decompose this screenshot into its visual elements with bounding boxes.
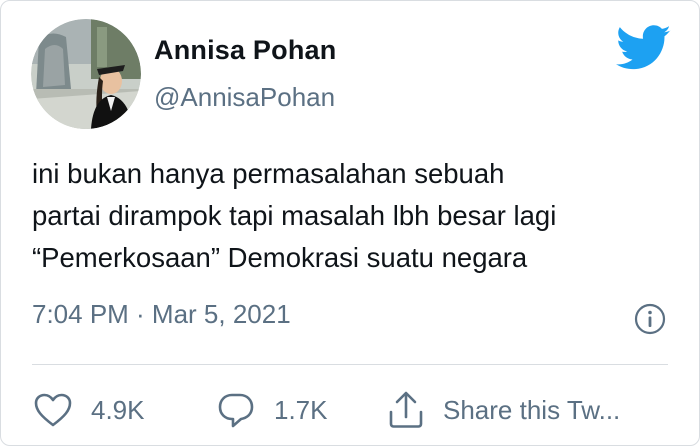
avatar[interactable] — [31, 19, 141, 129]
tweet-text-line: “Pemerkosaan” Demokrasi suatu negara — [32, 242, 528, 273]
like-count: 4.9K — [91, 394, 145, 425]
share-button[interactable]: Share this Tw... — [387, 385, 620, 435]
display-name[interactable]: Annisa Pohan — [154, 35, 336, 66]
twitter-bird-icon[interactable] — [615, 25, 672, 71]
tweet-text: ini bukan hanya permasalahan sebuah part… — [32, 153, 682, 279]
action-bar: 4.9K 1.7K Share this Tw... — [1, 385, 700, 435]
share-icon — [389, 391, 423, 428]
tweet-timestamp[interactable]: 7:04 PM · Mar 5, 2021 — [32, 299, 291, 330]
reply-button[interactable]: 1.7K — [216, 385, 328, 435]
tweet-card: Annisa Pohan @AnnisaPohan ini bukan hany… — [0, 0, 700, 446]
heart-icon — [34, 393, 72, 427]
divider — [32, 364, 668, 365]
share-label: Share this Tw... — [443, 394, 621, 425]
reply-count: 1.7K — [274, 394, 328, 425]
tweet-text-line: partai dirampok tapi masalah lbh besar l… — [32, 200, 557, 231]
user-handle[interactable]: @AnnisaPohan — [154, 82, 335, 113]
info-icon[interactable] — [633, 302, 667, 336]
reply-bubble-icon — [218, 393, 254, 428]
tweet-text-line: ini bukan hanya permasalahan sebuah — [32, 158, 505, 189]
like-button[interactable]: 4.9K — [33, 385, 145, 435]
